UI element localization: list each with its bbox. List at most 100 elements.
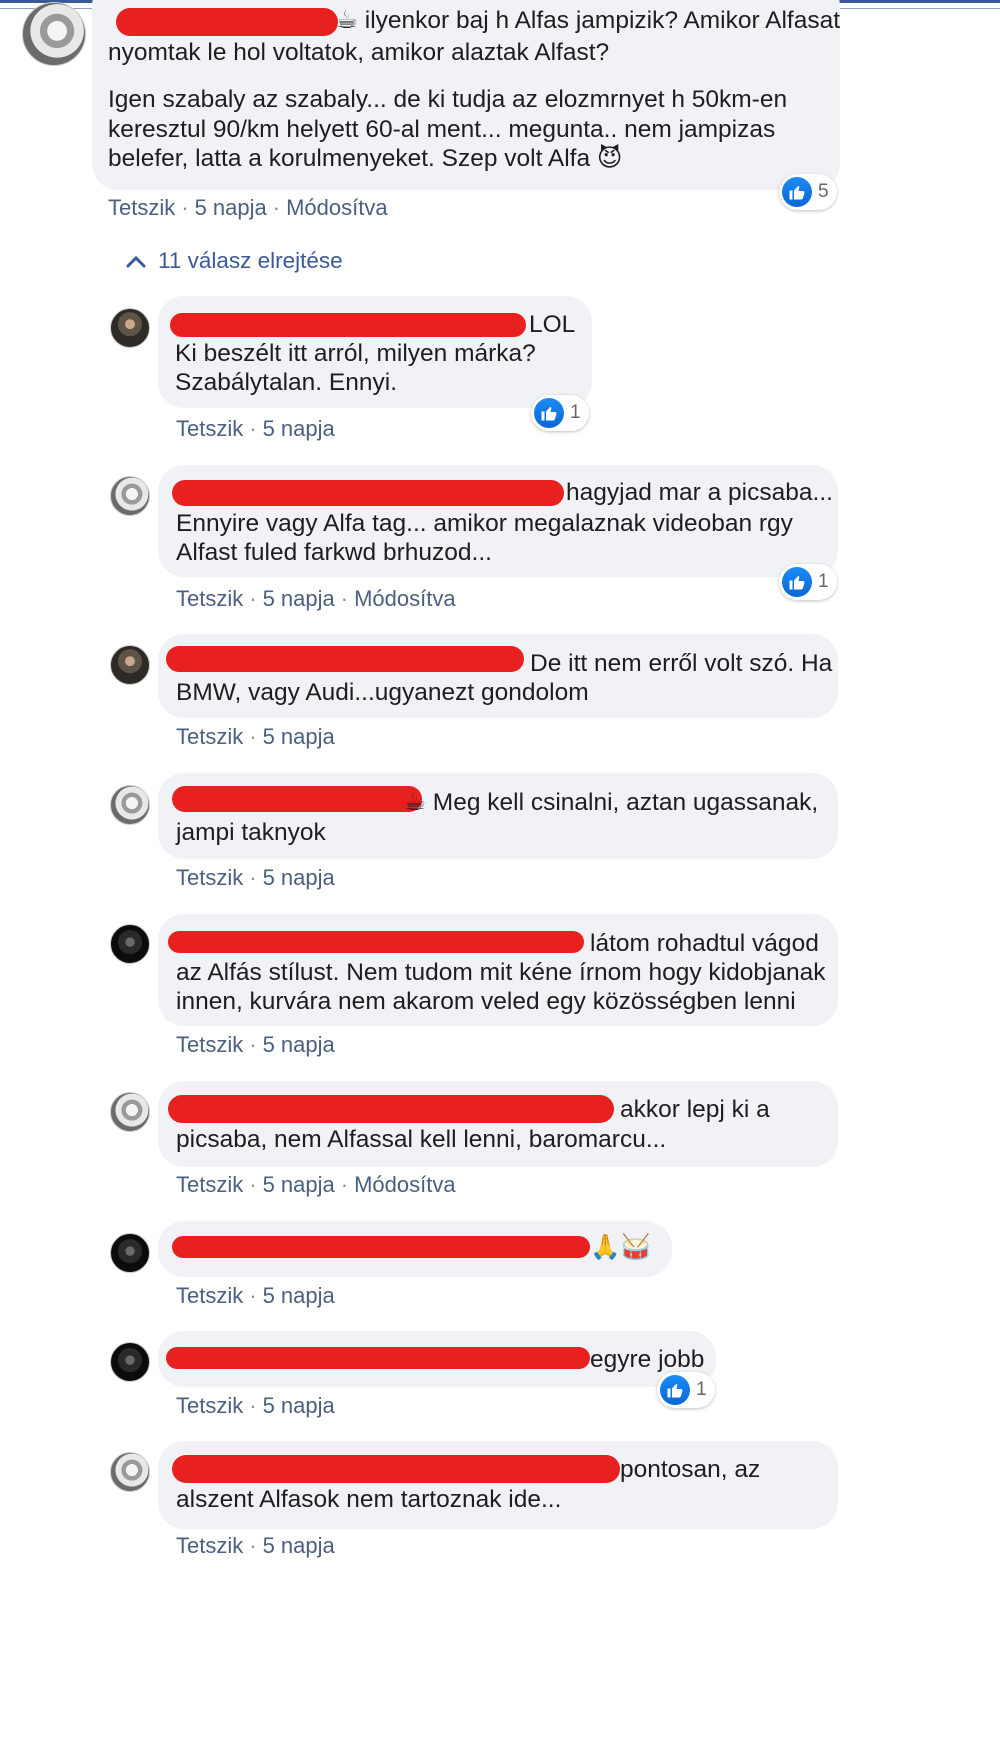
edited-label[interactable]: Módosítva: [354, 586, 456, 611]
reply-text: jampi taknyok: [176, 819, 326, 846]
reaction-count-badge[interactable]: 5: [779, 174, 837, 210]
main-comment-bubble: ☕ ilyenkor baj h Alfas jampizik? Amikor …: [92, 0, 840, 190]
coffee-icon: ☕: [404, 789, 426, 816]
redacted-author-name: [172, 480, 564, 506]
reply-text: egyre jobb: [590, 1346, 705, 1373]
reply-bubble: pontosan, az alszent Alfasok nem tartozn…: [158, 1441, 838, 1529]
avatar[interactable]: [110, 924, 150, 964]
reply-actions: Tetszik · 5 napja: [176, 724, 335, 749]
like-icon: [660, 1375, 690, 1405]
reply-actions: Tetszik · 5 napja: [176, 416, 335, 441]
like-link[interactable]: Tetszik: [176, 724, 243, 749]
redacted-author-name: [172, 1236, 590, 1258]
timestamp[interactable]: 5 napja: [263, 865, 335, 890]
reply-bubble: LOL Ki beszélt itt arról, milyen márka? …: [158, 296, 592, 408]
like-link[interactable]: Tetszik: [176, 1032, 243, 1057]
redacted-author-name: [172, 1455, 620, 1483]
reply-text: Ki beszélt itt arról, milyen márka?: [175, 340, 536, 367]
like-link[interactable]: Tetszik: [176, 1393, 243, 1418]
comment-text: ilyenkor baj h Alfas jampizik? Amikor Al…: [364, 7, 841, 34]
like-icon: [534, 398, 564, 428]
reply-actions: Tetszik · 5 napja: [176, 1283, 335, 1308]
timestamp[interactable]: 5 napja: [263, 724, 335, 749]
reaction-count-badge[interactable]: 1: [531, 395, 589, 431]
like-link[interactable]: Tetszik: [176, 1533, 243, 1558]
timestamp[interactable]: 5 napja: [263, 416, 335, 441]
reply-bubble: látom rohadtul vágod az Alfás stílust. N…: [158, 914, 838, 1026]
avatar[interactable]: [110, 1452, 150, 1492]
reply-actions: Tetszik · 5 napja · Módosítva: [176, 586, 456, 611]
reply-actions: Tetszik · 5 napja · Módosítva: [176, 1172, 456, 1197]
comment-text: nyomtak le hol voltatok, amikor alaztak …: [108, 39, 610, 66]
redacted-author-name: [168, 1095, 614, 1123]
redacted-author-name: [172, 786, 422, 812]
avatar[interactable]: [22, 2, 86, 66]
avatar[interactable]: [110, 645, 150, 685]
timestamp[interactable]: 5 napja: [263, 586, 335, 611]
reply-text: pontosan, az: [620, 1456, 761, 1483]
reply-text: LOL: [529, 311, 576, 338]
reaction-count-badge[interactable]: 1: [779, 564, 837, 600]
avatar[interactable]: [110, 1092, 150, 1132]
timestamp[interactable]: 5 napja: [263, 1283, 335, 1308]
like-link[interactable]: Tetszik: [176, 865, 243, 890]
reply-text: alszent Alfasok nem tartoznak ide...: [176, 1486, 562, 1513]
reply-text: De itt nem erről volt szó. Ha: [530, 650, 833, 677]
like-link[interactable]: Tetszik: [176, 1172, 243, 1197]
avatar[interactable]: [110, 1342, 150, 1382]
timestamp[interactable]: 5 napja: [263, 1533, 335, 1558]
reply-text: innen, kurvára nem akarom veled egy közö…: [176, 988, 796, 1015]
reply-actions: Tetszik · 5 napja: [176, 1393, 335, 1418]
coffee-icon: ☕: [336, 7, 358, 34]
reply-text: Szabálytalan. Ennyi.: [175, 369, 397, 396]
reply-bubble: egyre jobb: [158, 1331, 716, 1387]
hide-replies-toggle[interactable]: 11 válasz elrejtése: [126, 248, 343, 274]
like-link[interactable]: Tetszik: [176, 416, 243, 441]
reply-actions: Tetszik · 5 napja: [176, 1032, 335, 1057]
edited-label[interactable]: Módosítva: [286, 195, 388, 220]
like-icon: [782, 177, 812, 207]
reaction-count-badge[interactable]: 1: [657, 1372, 715, 1408]
comment-text: keresztul 90/km helyett 60-al ment... me…: [108, 116, 776, 143]
reply-text: picsaba, nem Alfassal kell lenni, baroma…: [176, 1126, 667, 1153]
redacted-author-name: [116, 8, 338, 36]
timestamp[interactable]: 5 napja: [263, 1172, 335, 1197]
redacted-author-name: [166, 646, 524, 672]
like-link[interactable]: Tetszik: [176, 586, 243, 611]
reply-text: Meg kell csinalni, aztan ugassanak,: [432, 789, 819, 816]
reply-text: hagyjad mar a picsaba...: [566, 479, 833, 506]
edited-label[interactable]: Módosítva: [354, 1172, 456, 1197]
redacted-author-name: [170, 313, 526, 337]
reply-text: Ennyire vagy Alfa tag... amikor megalazn…: [176, 510, 793, 537]
reply-actions: Tetszik · 5 napja: [176, 1533, 335, 1558]
like-link[interactable]: Tetszik: [108, 195, 175, 220]
timestamp[interactable]: 5 napja: [263, 1032, 335, 1057]
reply-bubble: 🙏🥁: [158, 1221, 672, 1277]
reply-text: akkor lepj ki a: [620, 1096, 770, 1123]
timestamp[interactable]: 5 napja: [263, 1393, 335, 1418]
reply-bubble: hagyjad mar a picsaba... Ennyire vagy Al…: [158, 465, 838, 577]
avatar[interactable]: [110, 1233, 150, 1273]
avatar[interactable]: [110, 785, 150, 825]
reply-bubble: De itt nem erről volt szó. Ha BMW, vagy …: [158, 634, 838, 718]
comment-text: Igen szabaly az szabaly... de ki tudja a…: [108, 86, 788, 113]
devil-emoji-icon: 😈: [596, 145, 623, 172]
like-link[interactable]: Tetszik: [176, 1283, 243, 1308]
like-icon: [782, 567, 812, 597]
timestamp[interactable]: 5 napja: [195, 195, 267, 220]
reply-bubble: akkor lepj ki a picsaba, nem Alfassal ke…: [158, 1081, 838, 1167]
redacted-author-name: [166, 1347, 590, 1369]
avatar[interactable]: [110, 476, 150, 516]
reply-text: az Alfás stílust. Nem tudom mit kéne írn…: [176, 959, 826, 986]
comment-text: belefer, latta a korulmenyeket. Szep vol…: [108, 145, 591, 172]
reply-bubble: ☕ Meg kell csinalni, aztan ugassanak, ja…: [158, 773, 838, 859]
comment-actions: Tetszik · 5 napja · Módosítva: [108, 195, 388, 220]
reply-emoji: 🙏🥁: [590, 1234, 652, 1261]
redacted-author-name: [168, 931, 584, 953]
chevron-up-icon: [126, 255, 146, 268]
reply-text: BMW, vagy Audi...ugyanezt gondolom: [176, 679, 589, 706]
reply-text: látom rohadtul vágod: [590, 930, 819, 957]
reply-text: Alfast fuled farkwd brhuzod...: [176, 539, 492, 566]
reply-actions: Tetszik · 5 napja: [176, 865, 335, 890]
avatar[interactable]: [110, 308, 150, 348]
